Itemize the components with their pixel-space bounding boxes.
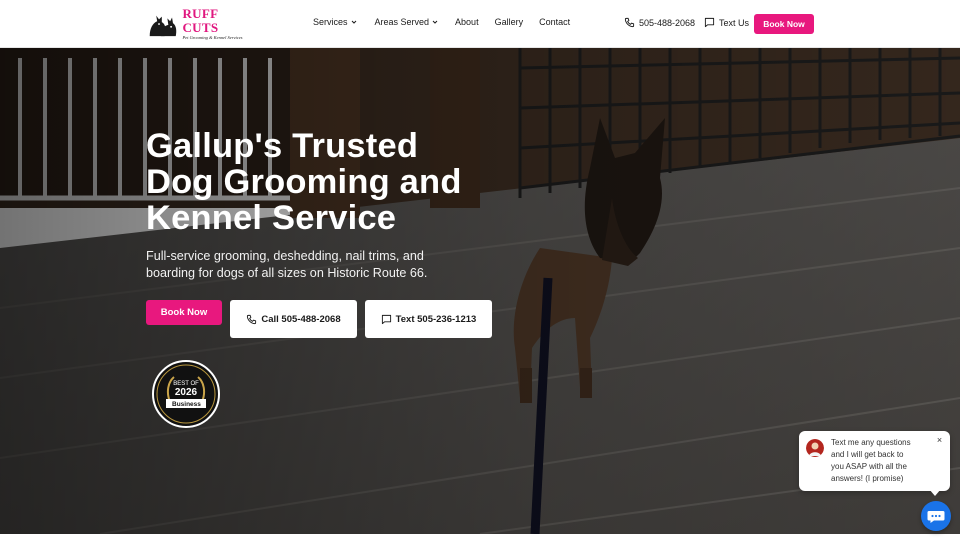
site-header: RUFF CUTS Pet Grooming & Kennel Services… [0, 0, 960, 48]
nav-item-gallery[interactable]: Gallery [495, 17, 524, 27]
message-icon [381, 314, 391, 324]
nav-item-label: Contact [539, 17, 571, 27]
hero-call-button[interactable]: Call 505-488-2068 [230, 300, 357, 338]
nav-item-areas-served[interactable]: Areas Served [375, 17, 439, 27]
hero-subheading-line: Full-service grooming, deshedding, nail … [146, 249, 424, 263]
badge-source-text: Business [172, 401, 201, 408]
nav-item-label: Areas Served [374, 17, 430, 27]
nav-item-label: Services [313, 17, 348, 27]
chat-bubble-icon [927, 511, 945, 523]
brand-name: RUFF CUTS [182, 6, 219, 35]
chat-bubble-tail [929, 489, 941, 496]
hero-headline-line: Kennel Service [146, 199, 397, 237]
header-phone-link[interactable]: 505-488-2068 [624, 17, 695, 28]
hero-text-label: Text 505-236-1213 [395, 313, 477, 325]
hero-headline-line: Gallup's Trusted [146, 127, 419, 165]
agent-avatar [806, 439, 824, 457]
header-phone-number: 505-488-2068 [639, 17, 696, 28]
header-text-us-label: Text Us [719, 17, 750, 28]
hero-subheading-line: boarding for dogs of all sizes on Histor… [146, 265, 428, 280]
chat-message-line: and I will get back to [831, 450, 904, 459]
phone-icon [247, 314, 257, 324]
brand-tagline: Pet Grooming & Kennel Services [182, 35, 243, 40]
header-text-us-link[interactable]: Text Us [704, 17, 749, 28]
chat-message-line: Text me any questions [831, 438, 911, 447]
section-divider [0, 534, 960, 540]
header-book-now-button[interactable]: Book Now [754, 14, 814, 34]
chat-close-icon[interactable]: × [935, 436, 944, 445]
hero-subheading: Full-service grooming, deshedding, nail … [146, 248, 456, 281]
hero-book-now-button[interactable]: Book Now [146, 300, 222, 325]
phone-icon [624, 17, 635, 28]
message-icon [704, 17, 715, 28]
nav-item-label: Gallery [494, 17, 524, 27]
chat-launcher-button[interactable] [921, 501, 951, 531]
chat-message-line: answers! (I promise) [831, 474, 904, 483]
chat-prompt-message: Text me any questions and I will get bac… [831, 437, 933, 485]
chat-prompt-bubble[interactable]: Text me any questions and I will get bac… [799, 431, 950, 491]
chevron-down-icon [351, 20, 356, 24]
nav-item-services[interactable]: Services [313, 17, 357, 27]
dog-cat-silhouette-logo-icon [149, 15, 177, 37]
main-nav: Services Areas Served About Gallery Cont… [313, 17, 570, 27]
hero-headline-line: Dog Grooming and [146, 163, 462, 201]
hero-call-label: Call 505-488-2068 [261, 313, 341, 325]
brand-logo[interactable]: RUFF CUTS Pet Grooming & Kennel Services [146, 6, 252, 40]
nav-item-label: About [455, 17, 479, 27]
hero-text-button[interactable]: Text 505-236-1213 [365, 300, 492, 338]
nav-item-about[interactable]: About [455, 17, 479, 27]
best-of-award-badge[interactable]: BEST OF 2026 Business [152, 360, 220, 428]
badge-year-text: 2026 [175, 387, 198, 398]
nav-item-contact[interactable]: Contact [539, 17, 570, 27]
chat-message-line: you ASAP with all the [831, 462, 907, 471]
hero-headline: Gallup's Trusted Dog Grooming and Kennel… [146, 128, 566, 236]
chevron-down-icon [432, 20, 438, 24]
